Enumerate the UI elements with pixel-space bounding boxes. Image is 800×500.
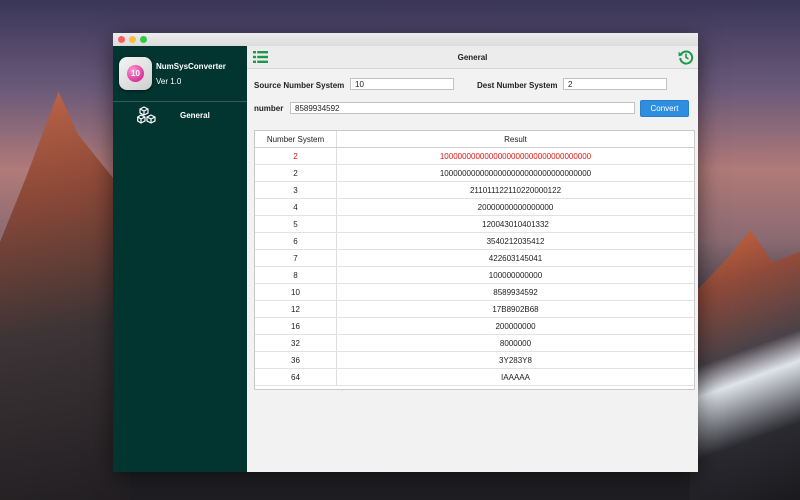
source-number-system-label: Source Number System <box>254 81 345 90</box>
cell-result: 211011122110220000122 <box>336 181 694 199</box>
cell-number-system: 8 <box>255 266 337 284</box>
minimize-window-button[interactable] <box>129 36 136 43</box>
table-row[interactable]: 7 422603145041 <box>255 249 694 267</box>
app-version: Ver 1.0 <box>156 77 182 86</box>
cell-result: IAAAAA <box>336 368 694 386</box>
cell-number-system: 12 <box>255 300 337 318</box>
sidebar-divider <box>113 101 247 102</box>
table-row[interactable]: 12 17B8902B68 <box>255 300 694 318</box>
sidebar-item-label: General <box>180 111 210 120</box>
app-icon: 10 <box>119 57 152 90</box>
column-header-result[interactable]: Result <box>336 131 694 148</box>
cell-number-system: 32 <box>255 334 337 352</box>
cell-result: 1000000000000000000000000000000000 <box>336 147 694 165</box>
cell-number-system: 2 <box>255 147 337 165</box>
cell-number-system: 10 <box>255 283 337 301</box>
cell-result: 200000000 <box>336 317 694 335</box>
cell-number-system: 36 <box>255 351 337 369</box>
table-row[interactable]: 3 211011122110220000122 <box>255 181 694 199</box>
cell-result: 8589934592 <box>336 283 694 301</box>
column-header-number-system[interactable]: Number System <box>255 131 337 148</box>
table-row[interactable]: 2 1000000000000000000000000000000000 <box>255 164 694 182</box>
table-row[interactable]: 6 3540212035412 <box>255 232 694 250</box>
dest-number-system-label: Dest Number System <box>477 81 558 90</box>
table-row[interactable]: 8 100000000000 <box>255 266 694 284</box>
cell-number-system: 6 <box>255 232 337 250</box>
toolbar-title: General <box>457 53 488 62</box>
cell-result: 3Y283Y8 <box>336 351 694 369</box>
cell-result: 422603145041 <box>336 249 694 267</box>
cell-result: 120043010401332 <box>336 215 694 233</box>
refresh-icon[interactable] <box>678 49 694 65</box>
number-input[interactable] <box>290 102 635 114</box>
cubes-icon <box>137 106 156 124</box>
cell-number-system: 7 <box>255 249 337 267</box>
title-bar[interactable] <box>113 33 698 47</box>
cell-result: 3540212035412 <box>336 232 694 250</box>
toolbar: General <box>247 46 698 69</box>
sidebar-item-general[interactable]: General <box>113 103 247 127</box>
cell-result: 1000000000000000000000000000000000 <box>336 164 694 182</box>
cell-number-system: 64 <box>255 368 337 386</box>
desktop-wallpaper-right <box>690 230 800 500</box>
table-row[interactable]: 64 IAAAAA <box>255 368 694 386</box>
cell-number-system: 5 <box>255 215 337 233</box>
zoom-window-button[interactable] <box>140 36 147 43</box>
cell-number-system: 4 <box>255 198 337 216</box>
table-row[interactable]: 36 3Y283Y8 <box>255 351 694 369</box>
table-row[interactable]: 10 8589934592 <box>255 283 694 301</box>
cell-number-system: 16 <box>255 317 337 335</box>
table-row[interactable]: 16 200000000 <box>255 317 694 335</box>
table-row[interactable]: 5 120043010401332 <box>255 215 694 233</box>
cell-result: 100000000000 <box>336 266 694 284</box>
cell-number-system: 2 <box>255 164 337 182</box>
desktop-wallpaper-left <box>0 91 130 500</box>
results-table: Number System Result 2 100000000000000000… <box>254 130 695 390</box>
cell-result: 17B8902B68 <box>336 300 694 318</box>
table-row[interactable]: 32 8000000 <box>255 334 694 352</box>
source-number-system-input[interactable] <box>350 78 454 90</box>
app-window: 10 NumSysConverter Ver 1.0 General Gener… <box>113 33 698 472</box>
dest-number-system-input[interactable] <box>563 78 667 90</box>
number-label: number <box>254 104 284 113</box>
app-icon-number: 10 <box>127 65 144 82</box>
cell-number-system: 3 <box>255 181 337 199</box>
table-header-row: Number System Result <box>255 131 694 148</box>
sidebar: 10 NumSysConverter Ver 1.0 General <box>113 46 247 472</box>
cell-result: 20000000000000000 <box>336 198 694 216</box>
convert-button[interactable]: Convert <box>640 100 689 117</box>
main-panel: General Source Number System Dest Number… <box>247 46 698 472</box>
app-name: NumSysConverter <box>156 62 226 71</box>
table-row[interactable]: 4 20000000000000000 <box>255 198 694 216</box>
cell-result: 8000000 <box>336 334 694 352</box>
table-row[interactable]: 2 1000000000000000000000000000000000 <box>255 147 694 165</box>
close-window-button[interactable] <box>118 36 125 43</box>
